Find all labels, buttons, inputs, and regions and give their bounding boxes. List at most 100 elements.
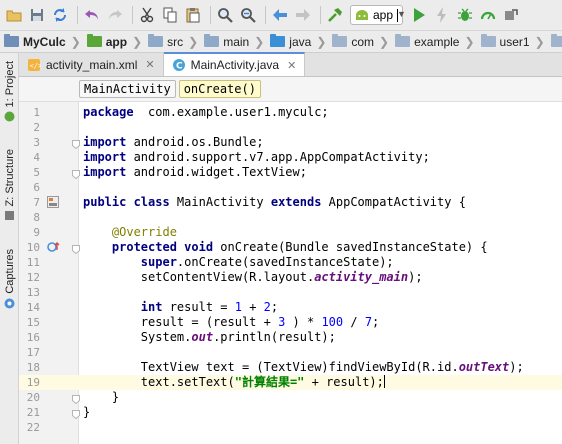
code-token: import: [83, 135, 127, 149]
breadcrumb-item[interactable]: app: [86, 34, 128, 49]
code-line[interactable]: 14 int result = 1 + 2;: [19, 300, 562, 315]
toolbar-separator: [132, 6, 133, 24]
code-line[interactable]: 20 }: [19, 390, 562, 405]
replace-icon[interactable]: [238, 5, 258, 25]
code-editor[interactable]: 1 package com.example.user1.myculc; 2 3 impo…: [19, 102, 562, 444]
chevron-right-icon: ❯: [70, 34, 81, 49]
breadcrumb-item[interactable]: myculc: [550, 34, 562, 49]
close-icon[interactable]: ✕: [287, 59, 296, 72]
apply-changes-icon[interactable]: [432, 5, 452, 25]
project-tool-tab[interactable]: 1: Project: [0, 61, 19, 122]
tab-activity-main-xml[interactable]: </> activity_main.xml ✕: [19, 53, 164, 76]
save-icon[interactable]: [27, 5, 47, 25]
sync-icon[interactable]: [50, 5, 70, 25]
fold-open-icon[interactable]: [72, 243, 80, 255]
breadcrumb-label: app: [105, 34, 128, 49]
code-token: result = (result +: [83, 315, 279, 329]
code-token: result =: [162, 300, 235, 314]
svg-text:C: C: [176, 62, 183, 72]
folder-open-icon[interactable]: [4, 5, 24, 25]
close-icon[interactable]: ✕: [145, 58, 154, 71]
line-number: 1: [33, 106, 40, 119]
debug-icon[interactable]: [455, 5, 475, 25]
make-project-icon[interactable]: [325, 5, 345, 25]
line-number: 12: [26, 271, 40, 284]
structure-method-pill[interactable]: onCreate(): [178, 80, 261, 98]
code-line[interactable]: 2: [19, 120, 562, 135]
fold-open-icon[interactable]: [72, 138, 80, 150]
code-token: package: [83, 105, 134, 119]
code-line[interactable]: 1 package com.example.user1.myculc;: [19, 105, 562, 120]
android-icon: [356, 10, 368, 20]
fold-end-icon[interactable]: [72, 168, 80, 180]
tab-main-activity-java[interactable]: C MainActivity.java ✕: [163, 52, 306, 76]
code-line[interactable]: 4 import android.support.v7.app.AppCompat…: [19, 150, 562, 165]
code-token: 7: [364, 315, 373, 329]
line-number: 15: [26, 316, 40, 329]
line-number: 19: [26, 376, 40, 389]
code-token: activity_main: [314, 270, 409, 284]
chevron-right-icon: ❯: [464, 34, 475, 49]
code-token: import: [83, 150, 127, 164]
find-icon[interactable]: [215, 5, 235, 25]
code-line[interactable]: 8: [19, 210, 562, 225]
code-line[interactable]: 3 import android.os.Bundle;: [19, 135, 562, 150]
code-text: import android.widget.TextView;: [83, 165, 307, 180]
package-icon: [480, 34, 496, 47]
structure-tool-tab[interactable]: Z: Structure: [0, 149, 19, 221]
code-text: TextView text = (TextView)findViewById(R…: [83, 360, 524, 375]
code-line[interactable]: 12 setContentView(R.layout.activity_main…: [19, 270, 562, 285]
code-token: TextView text = (TextView)findViewById(R…: [83, 360, 459, 374]
run-config-selector[interactable]: app ▼: [350, 5, 406, 25]
fold-end-icon[interactable]: [72, 408, 80, 420]
breadcrumb-item[interactable]: MyCulc: [4, 34, 66, 49]
code-line[interactable]: 15 result = (result + 3 ) * 100 / 7;: [19, 315, 562, 330]
cut-icon[interactable]: [137, 5, 157, 25]
code-line[interactable]: 16 System.out.println(result);: [19, 330, 562, 345]
toolbar-separator: [77, 6, 78, 24]
copy-icon[interactable]: [160, 5, 180, 25]
redo-icon[interactable]: [105, 5, 125, 25]
package-icon: [550, 34, 562, 47]
code-line[interactable]: 21}: [19, 405, 562, 420]
code-line[interactable]: 11 super.onCreate(savedInstanceState);: [19, 255, 562, 270]
code-token: );: [509, 360, 524, 374]
code-line[interactable]: 13: [19, 285, 562, 300]
source-folder-icon: [270, 34, 286, 47]
folder-icon: [204, 34, 220, 47]
code-token: super: [140, 255, 177, 269]
code-token: outText: [458, 360, 510, 374]
code-text: }: [83, 390, 119, 405]
attach-debugger-icon[interactable]: [501, 5, 521, 25]
code-text: @Override: [83, 225, 177, 240]
code-line[interactable]: 22: [19, 420, 562, 435]
chevron-right-icon: ❯: [132, 34, 143, 49]
code-line[interactable]: 7 public class MainActivity extends AppCo…: [19, 195, 562, 210]
breadcrumb-item[interactable]: user1: [480, 34, 530, 49]
forward-icon[interactable]: [293, 5, 313, 25]
captures-tool-tab[interactable]: Captures: [0, 249, 19, 309]
breadcrumb-item[interactable]: java: [270, 34, 311, 49]
undo-icon[interactable]: [82, 5, 102, 25]
code-line[interactable]: 5 import android.widget.TextView;: [19, 165, 562, 180]
code-token: out: [191, 330, 214, 344]
breadcrumb-item[interactable]: com: [332, 34, 374, 49]
run-icon[interactable]: [409, 5, 429, 25]
breadcrumb-item[interactable]: main: [204, 34, 249, 49]
breadcrumb-item[interactable]: src: [148, 34, 183, 49]
code-line[interactable]: 17: [19, 345, 562, 360]
code-line[interactable]: 6: [19, 180, 562, 195]
code-token: }: [83, 390, 120, 404]
paste-icon[interactable]: [183, 5, 203, 25]
fold-end-icon[interactable]: [72, 393, 80, 405]
code-line[interactable]: 18 TextView text = (TextView)findViewByI…: [19, 360, 562, 375]
code-line[interactable]: 19 text.setText("計算結果=" + result);: [19, 375, 562, 390]
back-icon[interactable]: [270, 5, 290, 25]
line-number: 6: [33, 181, 40, 194]
breadcrumb-item[interactable]: example: [395, 34, 459, 49]
structure-class-pill[interactable]: MainActivity: [79, 80, 176, 98]
code-token: ;: [270, 300, 279, 314]
profile-icon[interactable]: [478, 5, 498, 25]
code-line[interactable]: 9 @Override: [19, 225, 562, 240]
code-line[interactable]: 10 protected void onCreate(Bundle savedI…: [19, 240, 562, 255]
